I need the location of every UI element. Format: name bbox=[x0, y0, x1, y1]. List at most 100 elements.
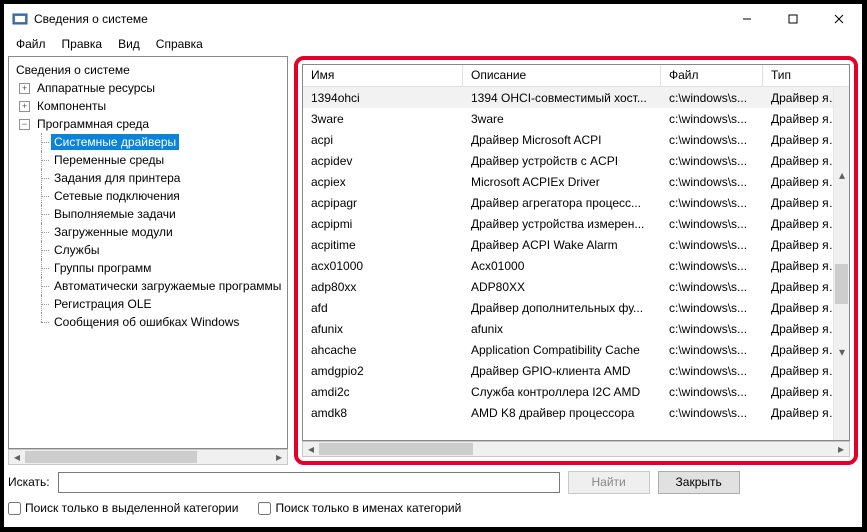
tree-item-hardware[interactable]: + Аппаратные ресурсы bbox=[9, 79, 287, 97]
cell-name: acx01000 bbox=[303, 257, 463, 275]
cell-file: c:\windows\s... bbox=[661, 236, 763, 254]
cell-description: 3ware bbox=[463, 110, 661, 128]
table-row[interactable]: 3ware3warec:\windows\s...Драйвер ядра bbox=[303, 108, 849, 129]
table-row[interactable]: amdi2cСлужба контроллера I2C AMDc:\windo… bbox=[303, 381, 849, 402]
menubar: Файл Правка Вид Справка bbox=[4, 34, 862, 54]
table-row[interactable]: afdДрайвер дополнительных фу...c:\window… bbox=[303, 297, 849, 318]
tree-connector-icon bbox=[37, 133, 49, 151]
table-row[interactable]: acpiДрайвер Microsoft ACPIc:\windows\s..… bbox=[303, 129, 849, 150]
tree-item-net-conn[interactable]: Сетевые подключения bbox=[9, 187, 287, 205]
column-header-file[interactable]: Файл bbox=[661, 65, 763, 87]
list-panel: Имя Описание Файл Тип 1394ohci1394 OHCI-… bbox=[302, 64, 850, 441]
scrollbar-thumb[interactable] bbox=[835, 264, 848, 304]
tree-label: Задания для принтера bbox=[51, 170, 183, 186]
highlight-frame: Имя Описание Файл Тип 1394ohci1394 OHCI-… bbox=[294, 56, 858, 465]
collapse-icon[interactable]: − bbox=[19, 119, 30, 130]
cell-description: Служба контроллера I2C AMD bbox=[463, 383, 661, 401]
table-row[interactable]: acpipmiДрайвер устройства измерен...c:\w… bbox=[303, 213, 849, 234]
close-button[interactable] bbox=[816, 4, 862, 34]
scroll-up-icon[interactable]: ▴ bbox=[834, 87, 849, 264]
tree-item-software-env[interactable]: − Программная среда bbox=[9, 115, 287, 133]
tree-item-system-drivers[interactable]: Системные драйверы bbox=[9, 133, 287, 151]
menu-view[interactable]: Вид bbox=[110, 35, 148, 53]
cell-name: adp80xx bbox=[303, 278, 463, 296]
tree-item-print-jobs[interactable]: Задания для принтера bbox=[9, 169, 287, 187]
search-input[interactable] bbox=[58, 472, 560, 493]
expand-icon[interactable]: + bbox=[19, 83, 30, 94]
column-header-name[interactable]: Имя bbox=[303, 65, 463, 87]
table-row[interactable]: acpiexMicrosoft ACPIEx Driverc:\windows\… bbox=[303, 171, 849, 192]
titlebar[interactable]: Сведения о системе bbox=[4, 4, 862, 34]
table-row[interactable]: ahcacheApplication Compatibility Cachec:… bbox=[303, 339, 849, 360]
cell-name: amdi2c bbox=[303, 383, 463, 401]
tree-connector-icon bbox=[37, 169, 49, 187]
check-names-only[interactable]: Поиск только в именах категорий bbox=[258, 501, 461, 515]
table-row[interactable]: acpidevДрайвер устройств с ACPIc:\window… bbox=[303, 150, 849, 171]
cell-name: acpipagr bbox=[303, 194, 463, 212]
scrollbar-thumb[interactable] bbox=[319, 443, 473, 455]
column-header-type[interactable]: Тип bbox=[763, 65, 850, 87]
app-icon bbox=[12, 11, 28, 27]
table-row[interactable]: 1394ohci1394 OHCI-совместимый хост...c:\… bbox=[303, 87, 849, 108]
tree-item-autostart[interactable]: Автоматически загружаемые программы bbox=[9, 277, 287, 295]
tree-panel: Сведения о системе + Аппаратные ресурсы … bbox=[8, 56, 288, 449]
maximize-button[interactable] bbox=[770, 4, 816, 34]
close-search-button[interactable]: Закрыть bbox=[658, 471, 740, 494]
tree-label: Компоненты bbox=[34, 98, 109, 114]
checkbox-names-only[interactable] bbox=[258, 502, 271, 515]
cell-file: c:\windows\s... bbox=[661, 89, 763, 107]
table-row[interactable]: acpipagrДрайвер агрегатора процесс...c:\… bbox=[303, 192, 849, 213]
window-title: Сведения о системе bbox=[34, 12, 148, 26]
tree-item-loaded-modules[interactable]: Загруженные модули bbox=[9, 223, 287, 241]
cell-description: Драйвер агрегатора процесс... bbox=[463, 194, 661, 212]
table-row[interactable]: afunixafunixc:\windows\s...Драйвер ядра bbox=[303, 318, 849, 339]
scroll-left-icon[interactable]: ◂ bbox=[303, 442, 319, 456]
tree-connector-icon bbox=[37, 277, 49, 295]
scrollbar-thumb[interactable] bbox=[25, 451, 197, 463]
find-button[interactable]: Найти bbox=[568, 471, 650, 494]
table-row[interactable]: acpitimeДрайвер ACPI Wake Alarmc:\window… bbox=[303, 234, 849, 255]
menu-help[interactable]: Справка bbox=[148, 35, 211, 53]
scroll-right-icon[interactable]: ▸ bbox=[271, 450, 287, 464]
tree-label: Службы bbox=[51, 242, 102, 258]
cell-file: c:\windows\s... bbox=[661, 194, 763, 212]
cell-description: afunix bbox=[463, 320, 661, 338]
table-row[interactable]: adp80xxADP80XXc:\windows\s...Драйвер ядр… bbox=[303, 276, 849, 297]
scroll-left-icon[interactable]: ◂ bbox=[9, 450, 25, 464]
scroll-right-icon[interactable]: ▸ bbox=[833, 442, 849, 456]
expand-icon[interactable]: + bbox=[19, 101, 30, 112]
cell-file: c:\windows\s... bbox=[661, 341, 763, 359]
column-header-description[interactable]: Описание bbox=[463, 65, 661, 87]
tree-item-services[interactable]: Службы bbox=[9, 241, 287, 259]
cell-name: amdk8 bbox=[303, 404, 463, 422]
cell-file: c:\windows\s... bbox=[661, 320, 763, 338]
vertical-scrollbar[interactable]: ▴ ▾ bbox=[833, 87, 849, 440]
list-horizontal-scrollbar[interactable]: ◂ ▸ bbox=[302, 441, 850, 457]
tree-item-env-vars[interactable]: Переменные среды bbox=[9, 151, 287, 169]
cell-description: Application Compatibility Cache bbox=[463, 341, 661, 359]
table-row[interactable]: amdgpio2Драйвер GPIO-клиента AMDc:\windo… bbox=[303, 360, 849, 381]
tree-item-ole-reg[interactable]: Регистрация OLE bbox=[9, 295, 287, 313]
menu-file[interactable]: Файл bbox=[8, 35, 54, 53]
cell-description: Драйвер Microsoft ACPI bbox=[463, 131, 661, 149]
minimize-button[interactable] bbox=[724, 4, 770, 34]
tree-item-running-tasks[interactable]: Выполняемые задачи bbox=[9, 205, 287, 223]
window-frame: Сведения о системе Файл Правка Вид Справ… bbox=[4, 4, 862, 527]
table-row[interactable]: acx01000Acx01000c:\windows\s...Драйвер я… bbox=[303, 255, 849, 276]
tree-label: Сведения о системе bbox=[13, 62, 133, 78]
table-row[interactable]: amdk8AMD K8 драйвер процессораc:\windows… bbox=[303, 402, 849, 423]
menu-edit[interactable]: Правка bbox=[54, 35, 111, 53]
tree-horizontal-scrollbar[interactable]: ◂ ▸ bbox=[8, 449, 288, 465]
checkbox-selected-category[interactable] bbox=[8, 502, 21, 515]
check-selected-category[interactable]: Поиск только в выделенной категории bbox=[8, 501, 238, 515]
tree-label: Системные драйверы bbox=[51, 134, 179, 150]
tree-label: Программная среда bbox=[34, 116, 152, 132]
cell-file: c:\windows\s... bbox=[661, 152, 763, 170]
cell-file: c:\windows\s... bbox=[661, 215, 763, 233]
tree-label: Автоматически загружаемые программы bbox=[51, 278, 284, 294]
cell-file: c:\windows\s... bbox=[661, 173, 763, 191]
tree-item-wer[interactable]: Сообщения об ошибках Windows bbox=[9, 313, 287, 331]
tree-item-program-groups[interactable]: Группы программ bbox=[9, 259, 287, 277]
tree-item-components[interactable]: + Компоненты bbox=[9, 97, 287, 115]
tree-root[interactable]: Сведения о системе bbox=[9, 61, 287, 79]
